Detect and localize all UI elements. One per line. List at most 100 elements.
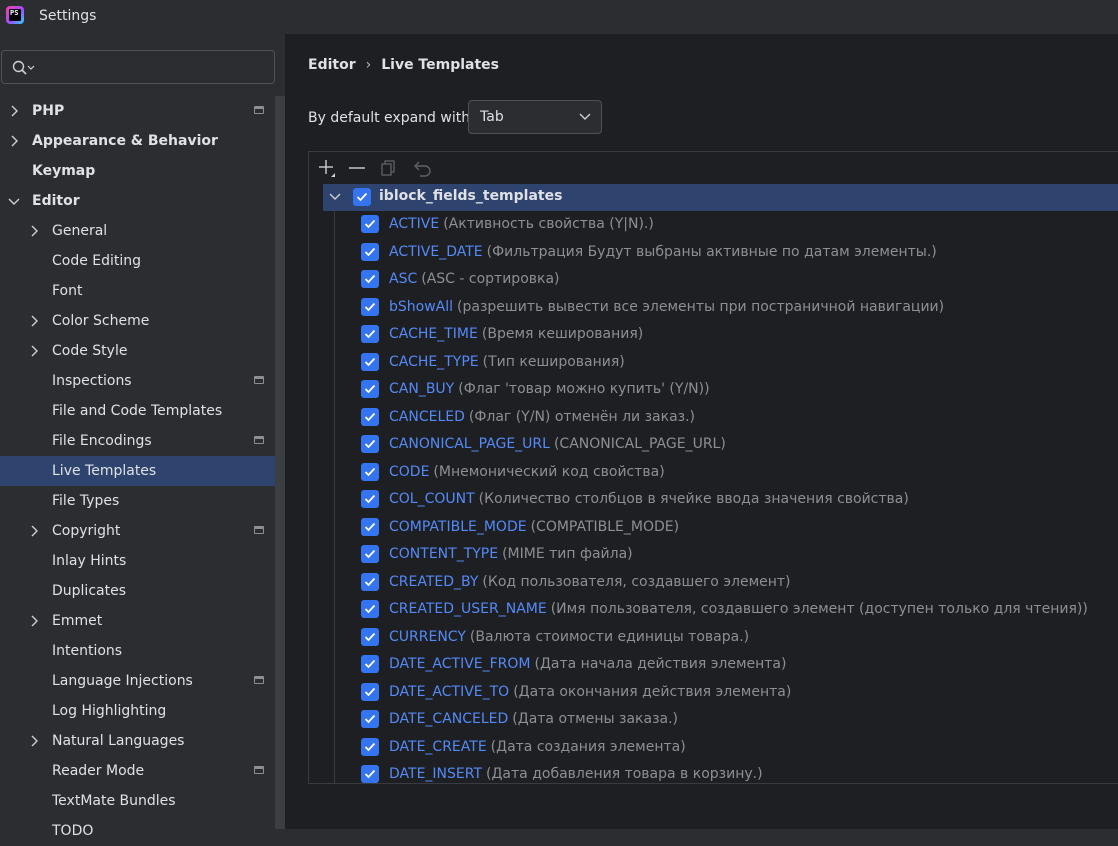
template-checkbox[interactable]	[361, 655, 379, 673]
template-row[interactable]: COMPATIBLE_MODE (COMPATIBLE_MODE)	[361, 514, 1118, 541]
chevron-right-icon[interactable]	[28, 735, 40, 747]
template-row[interactable]: DATE_CANCELED (Дата отмены заказа.)	[361, 706, 1118, 733]
template-row[interactable]: ACTIVE_DATE (Фильтрация Будут выбраны акт…	[361, 239, 1118, 266]
sidebar-item[interactable]: Emmet	[0, 606, 274, 636]
chevron-right-icon[interactable]	[28, 345, 40, 357]
template-checkbox[interactable]	[361, 710, 379, 728]
sidebar-item[interactable]: File Types	[0, 486, 274, 516]
template-checkbox[interactable]	[361, 215, 379, 233]
template-description: (Время кеширования)	[481, 326, 644, 342]
sidebar-item[interactable]: Reader Mode	[0, 756, 274, 786]
template-row[interactable]: CREATED_BY (Код пользователя, создавшего …	[361, 569, 1118, 596]
template-checkbox[interactable]	[361, 600, 379, 618]
expand-with-select[interactable]: Tab	[468, 100, 602, 134]
sidebar-item[interactable]: Duplicates	[0, 576, 274, 606]
sidebar-item[interactable]: Font	[0, 276, 274, 306]
template-row[interactable]: CACHE_TYPE (Тип кеширования)	[361, 349, 1118, 376]
template-checkbox[interactable]	[361, 627, 379, 646]
template-abbreviation: ACTIVE	[389, 216, 440, 232]
sidebar-item[interactable]: File Encodings	[0, 426, 274, 456]
sidebar-item-label: Keymap	[32, 163, 96, 179]
template-row[interactable]: CONTENT_TYPE (MIME тип файла)	[361, 541, 1118, 568]
sidebar-item[interactable]: Editor	[0, 186, 274, 216]
copy-icon[interactable]	[379, 158, 399, 178]
chevron-right-icon[interactable]	[28, 315, 40, 327]
sidebar-item[interactable]: General	[0, 216, 274, 246]
search-box[interactable]	[1, 50, 275, 84]
add-icon[interactable]	[317, 158, 337, 178]
sidebar-item[interactable]: PHP	[0, 96, 274, 126]
sidebar-item-label: PHP	[32, 103, 65, 119]
template-checkbox[interactable]	[361, 490, 379, 508]
template-checkbox[interactable]	[361, 765, 379, 783]
sidebar-item-label: Reader Mode	[52, 763, 145, 779]
breadcrumb-parent[interactable]: Editor	[308, 57, 356, 73]
sidebar-item[interactable]: Keymap	[0, 156, 274, 186]
sidebar-item[interactable]: Language Injections	[0, 666, 274, 696]
template-row[interactable]: CANONICAL_PAGE_URL (CANONICAL_PAGE_URL)	[361, 431, 1118, 458]
sidebar-item[interactable]: Inlay Hints	[0, 546, 274, 576]
template-row[interactable]: COL_COUNT (Количество столбцов в ячейке в…	[361, 486, 1118, 513]
sidebar-item[interactable]: Color Scheme	[0, 306, 274, 336]
template-checkbox[interactable]	[361, 380, 379, 398]
template-row[interactable]: DATE_INSERT (Дата добавления товара в кор…	[361, 761, 1118, 784]
sidebar-item[interactable]: Log Highlighting	[0, 696, 274, 726]
sidebar-item[interactable]: Code Editing	[0, 246, 274, 276]
template-checkbox[interactable]	[361, 270, 379, 288]
template-row[interactable]: ASC (ASC - сортировка)	[361, 266, 1118, 293]
template-row[interactable]: CAN_BUY (Флаг 'товар можно купить' (Y/N))	[361, 376, 1118, 403]
chevron-down-icon[interactable]	[8, 195, 20, 207]
template-row[interactable]: DATE_ACTIVE_FROM (Дата начала действия эл…	[361, 651, 1118, 678]
sidebar-item[interactable]: TextMate Bundles	[0, 786, 274, 816]
template-checkbox[interactable]	[361, 407, 379, 426]
chevron-right-icon[interactable]	[8, 135, 20, 147]
template-checkbox[interactable]	[361, 572, 379, 591]
template-row[interactable]: CURRENCY (Валюта стоимости единицы товара…	[361, 624, 1118, 651]
sidebar-item[interactable]: Natural Languages	[0, 726, 274, 756]
template-row[interactable]: CREATED_USER_NAME (Имя пользователя, созд…	[361, 596, 1118, 623]
sidebar-item[interactable]: TODO	[0, 816, 274, 846]
template-row[interactable]: CACHE_TIME (Время кеширования)	[361, 321, 1118, 348]
template-checkbox[interactable]	[361, 462, 379, 481]
template-checkbox[interactable]	[361, 297, 379, 316]
template-row[interactable]: ACTIVE (Активность свойства (Y|N).)	[361, 211, 1118, 238]
sidebar-item[interactable]: Code Style	[0, 336, 274, 366]
template-checkbox[interactable]	[361, 325, 379, 343]
template-checkbox[interactable]	[361, 682, 379, 701]
project-scope-icon	[254, 106, 264, 114]
sidebar-item[interactable]: Appearance & Behavior	[0, 126, 274, 156]
chevron-right-icon[interactable]	[28, 615, 40, 627]
template-description: (ASC - сортировка)	[421, 271, 560, 287]
sidebar-item[interactable]: Intentions	[0, 636, 274, 666]
template-checkbox[interactable]	[361, 517, 379, 536]
sidebar-item-label: Color Scheme	[52, 313, 150, 329]
template-checkbox[interactable]	[361, 435, 379, 453]
template-text: CACHE_TYPE (Тип кеширования)	[389, 354, 625, 370]
sidebar-scrollbar[interactable]	[275, 96, 285, 829]
chevron-down-icon[interactable]	[329, 192, 341, 202]
template-group-name: iblock_fields_templates	[379, 188, 563, 204]
search-input[interactable]	[42, 57, 266, 79]
chevron-right-icon[interactable]	[8, 105, 20, 117]
template-checkbox[interactable]	[361, 242, 379, 261]
template-group-row[interactable]: iblock_fields_templates	[323, 184, 1118, 211]
template-row[interactable]: CANCELED (Флаг (Y/N) отменён ли заказ.)	[361, 404, 1118, 431]
sidebar-item-label: Log Highlighting	[52, 703, 167, 719]
template-row[interactable]: CODE (Мнемонический код свойства)	[361, 459, 1118, 486]
template-checkbox[interactable]	[361, 545, 379, 563]
sidebar-item[interactable]: Copyright	[0, 516, 274, 546]
template-checkbox[interactable]	[361, 352, 379, 371]
sidebar-item[interactable]: Live Templates	[0, 456, 285, 486]
remove-icon[interactable]	[347, 158, 367, 178]
group-checkbox[interactable]	[353, 188, 371, 206]
sidebar-item[interactable]: Inspections	[0, 366, 274, 396]
revert-icon[interactable]	[413, 158, 433, 178]
template-row[interactable]: DATE_CREATE (Дата создания элемента)	[361, 734, 1118, 761]
template-checkbox[interactable]	[361, 737, 379, 756]
chevron-right-icon[interactable]	[28, 525, 40, 537]
chevron-right-icon[interactable]	[28, 225, 40, 237]
search-icon[interactable]	[12, 60, 36, 76]
template-row[interactable]: DATE_ACTIVE_TO (Дата окончания действия э…	[361, 679, 1118, 706]
sidebar-item[interactable]: File and Code Templates	[0, 396, 274, 426]
template-row[interactable]: bShowAll (разрешить вывести все элементы …	[361, 294, 1118, 321]
